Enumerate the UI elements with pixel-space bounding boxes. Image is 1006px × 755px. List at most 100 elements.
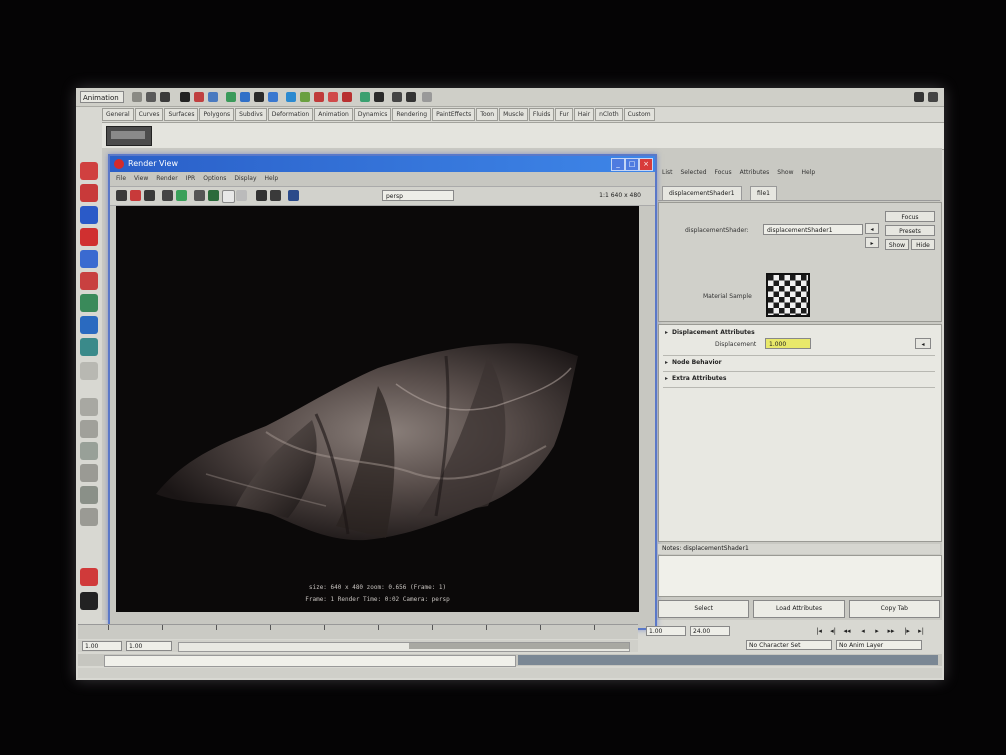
shelf-tab[interactable]: Curves bbox=[134, 108, 164, 121]
render-view-titlebar[interactable]: Render View _ □ × bbox=[110, 156, 655, 172]
node-name-field[interactable]: displacementShader1 bbox=[763, 224, 863, 235]
real-size-icon[interactable] bbox=[222, 190, 235, 203]
camera-dropdown[interactable]: persp bbox=[382, 190, 454, 201]
menu-display[interactable]: Display bbox=[234, 173, 256, 185]
start-time-field[interactable]: 1.00 bbox=[82, 641, 122, 651]
last-tool-icon[interactable] bbox=[80, 362, 98, 380]
shelf-tab[interactable]: Subdivs bbox=[235, 108, 267, 121]
render-region-icon[interactable] bbox=[162, 190, 173, 201]
shelf-tab[interactable]: PaintEffects bbox=[432, 108, 476, 121]
four-view-icon[interactable] bbox=[80, 420, 98, 438]
layout-icon[interactable] bbox=[914, 92, 924, 102]
play-backward-icon[interactable]: ◂ bbox=[858, 626, 868, 636]
input-line-icon[interactable] bbox=[360, 92, 370, 102]
display-icon[interactable] bbox=[80, 592, 98, 610]
rotate-tool-icon[interactable] bbox=[80, 250, 98, 268]
current-time-field[interactable]: 1.00 bbox=[646, 626, 686, 636]
snap-point-icon[interactable] bbox=[254, 92, 264, 102]
maximize-button[interactable]: □ bbox=[625, 158, 639, 171]
tool-settings-icon[interactable] bbox=[392, 92, 402, 102]
command-input[interactable] bbox=[104, 655, 516, 667]
render-image[interactable]: size: 640 x 480 zoom: 0.656 (Frame: 1) F… bbox=[116, 206, 639, 612]
render-icon[interactable] bbox=[80, 568, 98, 586]
step-back-icon[interactable]: ◂| bbox=[828, 626, 838, 636]
next-key-icon[interactable]: ▸▸ bbox=[886, 626, 896, 636]
new-scene-icon[interactable] bbox=[132, 92, 142, 102]
shelf-button[interactable] bbox=[106, 126, 152, 146]
snap-grid-icon[interactable] bbox=[226, 92, 236, 102]
single-view-icon[interactable] bbox=[80, 398, 98, 416]
paint-select-icon[interactable] bbox=[80, 206, 98, 224]
lasso-tool-icon[interactable] bbox=[80, 184, 98, 202]
remove-image-icon[interactable] bbox=[256, 190, 267, 201]
prev-key-icon[interactable]: ◂◂ bbox=[842, 626, 852, 636]
rgb-channels-icon[interactable] bbox=[194, 190, 205, 201]
close-button[interactable]: × bbox=[639, 158, 653, 171]
snap-view-icon[interactable] bbox=[268, 92, 278, 102]
minimize-button[interactable]: _ bbox=[611, 158, 625, 171]
channel-box-icon[interactable] bbox=[374, 92, 384, 102]
map-button-icon[interactable]: ◂ bbox=[915, 338, 931, 349]
menu-set-dropdown[interactable]: Animation bbox=[80, 91, 124, 103]
displacement-field[interactable]: 1.000 bbox=[765, 338, 811, 349]
layout-alt-icon[interactable] bbox=[928, 92, 938, 102]
load-attributes-button[interactable]: Load Attributes bbox=[753, 600, 845, 618]
shelf-tab[interactable]: Toon bbox=[476, 108, 499, 121]
menu-ipr[interactable]: IPR bbox=[186, 173, 196, 185]
select-component-icon[interactable] bbox=[208, 92, 218, 102]
scale-tool-icon[interactable] bbox=[80, 272, 98, 290]
play-forward-icon[interactable]: ▸ bbox=[872, 626, 882, 636]
attribute-editor-icon[interactable] bbox=[406, 92, 416, 102]
end-time-field[interactable]: 24.00 bbox=[690, 626, 730, 636]
persp-outliner-icon[interactable] bbox=[80, 442, 98, 460]
ipr-icon[interactable] bbox=[130, 190, 141, 201]
alpha-channel-icon[interactable] bbox=[208, 190, 219, 201]
save-scene-icon[interactable] bbox=[160, 92, 170, 102]
construction-icon[interactable] bbox=[300, 92, 310, 102]
refresh-icon[interactable] bbox=[144, 190, 155, 201]
go-to-start-icon[interactable]: |◂ bbox=[814, 626, 824, 636]
shelf-tab[interactable]: Muscle bbox=[499, 108, 528, 121]
shelf-tab[interactable]: Hair bbox=[573, 108, 595, 121]
menu-file[interactable]: File bbox=[116, 173, 126, 185]
select-hierarchy-icon[interactable] bbox=[180, 92, 190, 102]
display-icon[interactable] bbox=[288, 190, 299, 201]
shelf-tab[interactable]: Deformation bbox=[267, 108, 314, 121]
shelf-tab[interactable]: Fluids bbox=[528, 108, 555, 121]
menu-options[interactable]: Options bbox=[203, 173, 226, 185]
character-set-field[interactable]: No Character Set bbox=[746, 640, 832, 650]
select-button[interactable]: Select bbox=[658, 600, 750, 618]
select-object-icon[interactable] bbox=[194, 92, 204, 102]
render-settings-icon[interactable] bbox=[270, 190, 281, 201]
ae-menu-attributes[interactable]: Attributes bbox=[740, 166, 770, 180]
menu-render[interactable]: Render bbox=[156, 173, 177, 185]
ae-menu-focus[interactable]: Focus bbox=[715, 166, 732, 180]
input-connection-icon[interactable]: ◂ bbox=[865, 223, 879, 234]
soft-mod-icon[interactable] bbox=[80, 316, 98, 334]
output-connection-icon[interactable]: ▸ bbox=[865, 237, 879, 248]
go-to-end-icon[interactable]: ▸| bbox=[916, 626, 926, 636]
time-slider[interactable] bbox=[78, 624, 638, 639]
shelf-tab[interactable]: Polygons bbox=[199, 108, 235, 121]
section-displacement-attributes[interactable]: Displacement Attributes bbox=[665, 329, 755, 336]
shelf-tab[interactable]: General bbox=[102, 108, 134, 121]
range-slider[interactable] bbox=[178, 642, 630, 652]
hide-button[interactable]: Hide bbox=[911, 239, 935, 250]
tab-file[interactable]: file1 bbox=[750, 186, 777, 200]
shelf-tab[interactable]: Custom bbox=[623, 108, 655, 121]
copy-tab-button[interactable]: Copy Tab bbox=[848, 600, 940, 618]
keep-image-icon[interactable] bbox=[236, 190, 247, 201]
focus-button[interactable]: Focus bbox=[885, 211, 935, 222]
redo-render-icon[interactable] bbox=[116, 190, 127, 201]
shelf-tab[interactable]: Dynamics bbox=[353, 108, 392, 121]
render-frame-icon[interactable] bbox=[314, 92, 324, 102]
history-icon[interactable] bbox=[286, 92, 296, 102]
snapshot-icon[interactable] bbox=[176, 190, 187, 201]
menu-view[interactable]: View bbox=[134, 173, 148, 185]
section-node-behavior[interactable]: Node Behavior bbox=[665, 359, 722, 366]
open-scene-icon[interactable] bbox=[146, 92, 156, 102]
shelf-tab[interactable]: Surfaces bbox=[164, 108, 199, 121]
menu-help[interactable]: Help bbox=[265, 173, 279, 185]
move-tool-icon[interactable] bbox=[80, 228, 98, 246]
layout-list-icon[interactable] bbox=[80, 508, 98, 526]
